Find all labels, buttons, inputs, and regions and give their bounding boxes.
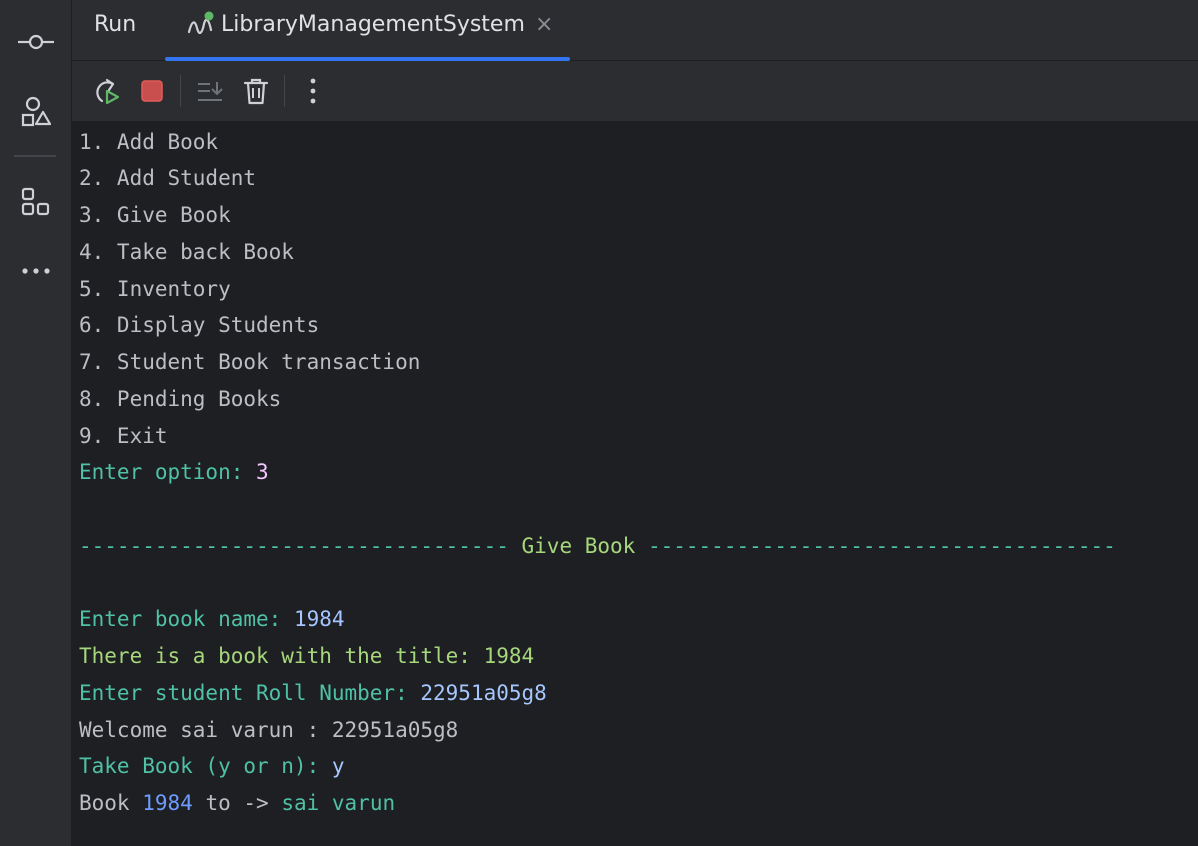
commit-icon[interactable]: [0, 22, 71, 62]
book-name-prompt: Enter book name:: [79, 607, 294, 631]
take-book-line: Take Book (y or n): y: [79, 753, 345, 779]
clear-all-icon[interactable]: [240, 75, 272, 107]
stop-icon[interactable]: [136, 75, 168, 107]
more-icon[interactable]: [0, 251, 71, 291]
menu-line: 1. Add Book: [79, 130, 219, 154]
run-tool-window-header: Run LibraryManagementSystem ×: [72, 0, 1198, 61]
book-found-line: There is a book with the title: 1984: [79, 644, 535, 668]
take-book-prompt: Take Book (y or n):: [79, 754, 332, 778]
rerun-icon[interactable]: [90, 75, 122, 107]
menu-line: 6. Display Students: [79, 313, 320, 337]
close-icon[interactable]: ×: [535, 14, 553, 36]
toolbar-separator: [180, 75, 181, 107]
tab-title: LibraryManagementSystem: [221, 12, 525, 37]
result-student: sai varun: [281, 791, 396, 815]
roll-number-value: 22951a05g8: [420, 681, 547, 705]
divider-left: ----------------------------------: [79, 534, 522, 558]
tab-library-management-system[interactable]: LibraryManagementSystem ×: [165, 0, 570, 61]
strip-separator: [14, 155, 56, 157]
toolbar-separator: [284, 75, 285, 107]
result-book: 1984: [142, 791, 193, 815]
roll-number-line: Enter student Roll Number: 22951a05g8: [79, 680, 547, 706]
welcome-line: Welcome sai varun : 22951a05g8: [79, 718, 459, 742]
tool-window-strip: [0, 0, 72, 846]
more-options-icon[interactable]: [297, 75, 329, 107]
result-middle: to ->: [192, 791, 282, 815]
menu-line: 2. Add Student: [79, 166, 257, 190]
enter-option-prompt: Enter option:: [79, 460, 257, 484]
menu-line: 8. Pending Books: [79, 387, 282, 411]
console-output[interactable]: 1. Add Book 2. Add Student 3. Give Book …: [72, 122, 1198, 846]
book-name-line: Enter book name: 1984: [79, 606, 345, 632]
menu-line: 4. Take back Book: [79, 240, 294, 264]
divider-title: Give Book: [521, 534, 636, 558]
shapes-icon[interactable]: [0, 92, 71, 132]
run-label: Run: [94, 12, 137, 37]
give-book-divider: ---------------------------------- Give …: [79, 533, 1116, 559]
divider-right: -------------------------------------: [635, 534, 1116, 558]
result-line: Book 1984 to -> sai varun: [79, 790, 395, 816]
enter-option-value: 3: [256, 460, 269, 484]
result-prefix: Book: [79, 791, 143, 815]
structure-icon[interactable]: [0, 182, 71, 222]
scroll-to-end-icon[interactable]: [194, 75, 226, 107]
run-config-icon: [187, 10, 217, 44]
console-toolbar: [72, 61, 1198, 122]
menu-line: 7. Student Book transaction: [79, 350, 421, 374]
menu-line: 3. Give Book: [79, 203, 231, 227]
enter-option-line: Enter option: 3: [79, 459, 269, 485]
menu-line: 9. Exit: [79, 424, 168, 448]
roll-number-prompt: Enter student Roll Number:: [79, 681, 421, 705]
book-name-value: 1984: [293, 607, 345, 631]
take-book-value: y: [331, 754, 345, 778]
menu-line: 5. Inventory: [79, 277, 231, 301]
